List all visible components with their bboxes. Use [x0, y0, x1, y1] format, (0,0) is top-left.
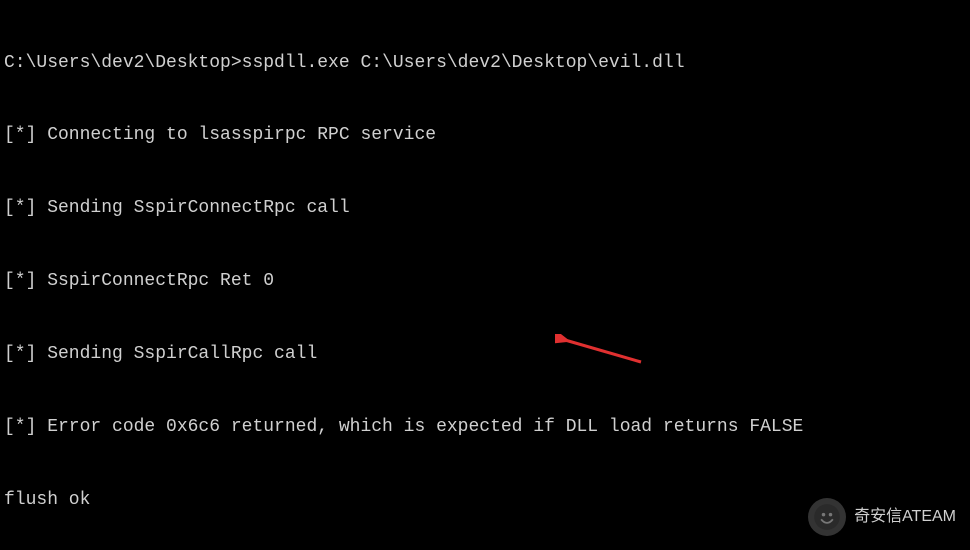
output-line: [*] Error code 0x6c6 returned, which is …	[4, 415, 966, 439]
cmd-1: sspdll.exe C:\Users\dev2\Desktop\evil.dl…	[242, 53, 685, 73]
command-line-1: C:\Users\dev2\Desktop>sspdll.exe C:\User…	[4, 51, 966, 75]
watermark-avatar-icon	[808, 498, 846, 536]
watermark-text: 奇安信ATEAM	[854, 506, 956, 528]
output-line: [*] SspirConnectRpc Ret 0	[4, 269, 966, 293]
prompt-1: C:\Users\dev2\Desktop>	[4, 53, 242, 73]
output-line: [*] Sending SspirCallRpc call	[4, 342, 966, 366]
output-line: [*] Sending SspirConnectRpc call	[4, 196, 966, 220]
terminal-window[interactable]: C:\Users\dev2\Desktop>sspdll.exe C:\User…	[0, 0, 970, 550]
watermark: 奇安信ATEAM	[808, 498, 956, 536]
output-line: [*] Connecting to lsasspirpc RPC service	[4, 123, 966, 147]
